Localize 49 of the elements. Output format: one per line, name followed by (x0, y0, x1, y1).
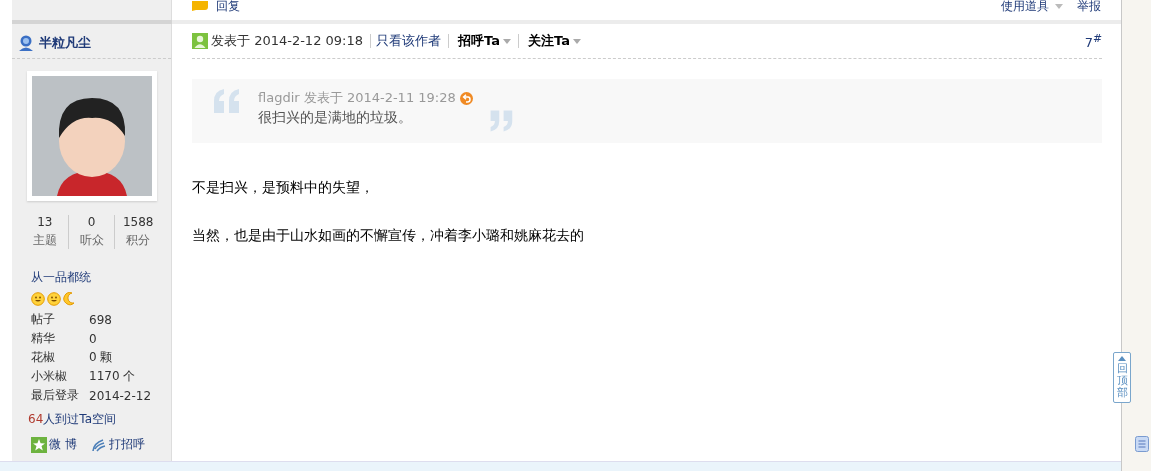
quote-text: 很扫兴的是满地的垃圾。 (258, 109, 412, 127)
smiley-icon (47, 292, 61, 306)
post-action-link[interactable]: 关注Ta (528, 32, 570, 50)
field-value: 1170 个 (89, 368, 136, 385)
post-action-link[interactable]: 只看该作者 (376, 32, 441, 50)
field-label: 帖子 (31, 311, 56, 328)
stat-label: 主题 (32, 232, 57, 249)
author-name[interactable]: 半粒凡尘 (39, 34, 91, 52)
post-action-link[interactable]: 招呼Ta (458, 32, 500, 50)
field-value: 0 (89, 331, 97, 346)
open-quote-icon (212, 89, 242, 113)
field-value: 698 (89, 312, 112, 327)
profile-link[interactable]: 打招呼 (108, 436, 145, 453)
visits-link[interactable]: 人到过Ta空间 (43, 412, 116, 426)
post-paragraph: 当然，也是由于山水如画的不懈宣传，冲着李小璐和姚麻花去的 (192, 227, 585, 245)
post-paragraph: 不是扫兴，是预料中的失望， (192, 179, 375, 197)
smiley-icon (31, 292, 45, 306)
back-arrow-icon[interactable] (459, 91, 473, 105)
quote-author: flagdir 发表于 2014-2-11 19:28 (258, 89, 456, 107)
stat-value[interactable]: 13 (37, 215, 53, 229)
report-link[interactable]: 举报 (1077, 0, 1101, 15)
star-icon (31, 436, 47, 453)
stat-label: 积分 (126, 232, 151, 249)
post-time: 发表于 2014-2-12 09:18 (211, 32, 363, 50)
close-quote-icon (488, 109, 514, 133)
stat-value[interactable]: 1588 (122, 215, 154, 229)
user-icon (192, 33, 208, 49)
speech-bubble-icon (192, 1, 208, 11)
reply-link[interactable]: 回复 (216, 0, 240, 15)
field-value: 2014-2-12 (89, 388, 152, 403)
user-icon (18, 35, 34, 51)
caret-icon (1055, 3, 1063, 9)
field-label: 精华 (31, 330, 56, 347)
wave-icon (90, 436, 107, 453)
stat-label: 听众 (79, 232, 104, 249)
stat-value[interactable]: 0 (87, 215, 96, 229)
back-to-top-button[interactable]: 回顶部 (1113, 352, 1131, 404)
floor-number[interactable]: 7$^{#}$ (1084, 31, 1102, 51)
visit-count: 64 (28, 412, 44, 426)
field-value: 0 颗 (89, 349, 113, 366)
list-icon[interactable] (1135, 436, 1149, 452)
rank-link[interactable]: 从一品都统 (31, 269, 171, 286)
up-arrow-icon (1118, 356, 1126, 361)
field-label: 花椒 (31, 349, 56, 366)
tools-link[interactable]: 使用道具 (1001, 0, 1049, 15)
field-label: 最后登录 (31, 387, 80, 404)
field-label: 小米椒 (31, 368, 68, 385)
moon-icon (63, 292, 75, 306)
profile-link[interactable]: 微 博 (49, 436, 77, 453)
